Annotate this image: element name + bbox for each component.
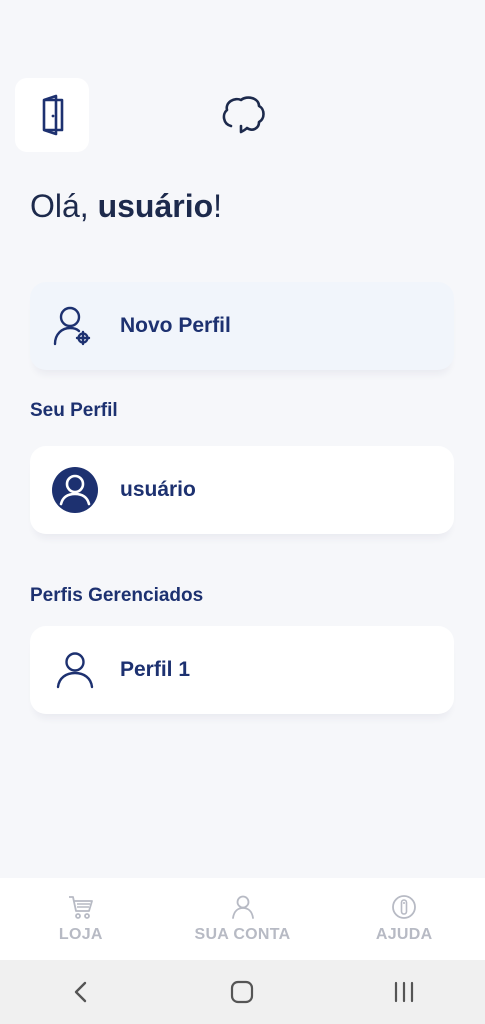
your-profile-card[interactable]: usuário <box>30 446 454 534</box>
system-home-button[interactable] <box>212 972 272 1012</box>
info-icon <box>392 895 417 919</box>
brain-button[interactable] <box>215 90 271 140</box>
your-profile-icon-wrap <box>30 466 120 514</box>
new-profile-label: Novo Perfil <box>120 314 231 337</box>
profile-screen: Olá, usuário! Novo Perfil Seu Perfil usu… <box>0 0 485 1024</box>
nav-item-sua-conta[interactable]: SUA CONTA <box>162 878 324 960</box>
your-profile-name: usuário <box>120 478 196 501</box>
user-add-icon <box>53 306 91 346</box>
managed-profile-item[interactable]: Perfil 1 <box>30 626 454 714</box>
system-nav-bar <box>0 960 485 1024</box>
system-recents-button[interactable] <box>374 972 434 1012</box>
managed-profile-name: Perfil 1 <box>120 658 191 681</box>
nav-item-ajuda[interactable]: AJUDA <box>323 878 485 960</box>
system-back-button[interactable] <box>51 972 111 1012</box>
user-outline-icon <box>56 652 94 689</box>
your-profile-title: Seu Perfil <box>30 400 118 421</box>
home-icon <box>231 980 254 1004</box>
nav-item-loja[interactable]: LOJA <box>0 878 162 960</box>
greeting-suffix: ! <box>213 188 223 224</box>
bottom-nav: LOJA SUA CONTA AJUDA <box>0 878 485 960</box>
nav-label-loja: LOJA <box>58 926 103 943</box>
new-profile-icon-wrap <box>30 304 120 348</box>
door-exit-icon <box>42 94 64 136</box>
recents-icon <box>395 981 414 1003</box>
top-bar <box>15 78 470 152</box>
managed-profiles-title: Perfis Gerenciados <box>30 585 204 606</box>
user-avatar-filled-icon <box>52 467 98 513</box>
back-icon <box>74 981 87 1003</box>
greeting: Olá, usuário! <box>30 188 222 225</box>
greeting-prefix: Olá, <box>30 188 98 224</box>
nav-label-ajuda: AJUDA <box>375 926 433 943</box>
managed-profile-icon-wrap <box>30 650 120 690</box>
greeting-username: usuário <box>97 188 214 224</box>
nav-label-sua-conta: SUA CONTA <box>194 926 291 943</box>
logout-button[interactable] <box>15 78 89 152</box>
cart-icon <box>68 896 93 919</box>
user-icon <box>231 895 254 919</box>
new-profile-card[interactable]: Novo Perfil <box>30 282 454 370</box>
brain-icon <box>222 96 265 134</box>
